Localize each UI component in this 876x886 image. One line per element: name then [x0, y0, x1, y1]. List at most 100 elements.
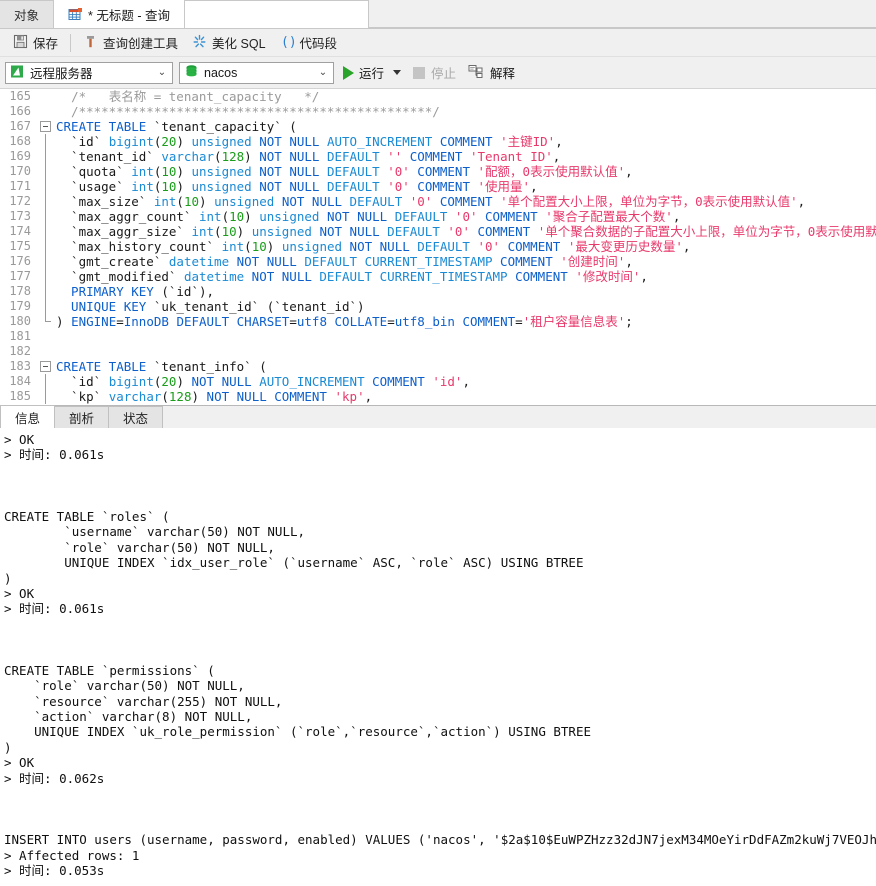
code-token: , [530, 179, 538, 194]
fold-column [37, 104, 55, 119]
code-token: ( [214, 224, 222, 239]
code-token: COLLATE [334, 314, 388, 329]
line-number: 168 [0, 134, 37, 149]
database-selector[interactable]: nacos ⌄ [179, 61, 334, 84]
code-snippet-button[interactable]: () 代码段 [273, 32, 345, 54]
message-output-panel[interactable]: > OK > 时间: 0.061s CREATE TABLE `roles` ( … [0, 428, 876, 876]
code-token: DEFAULT [326, 179, 388, 194]
tab-query[interactable]: * 无标题 - 查询 [53, 0, 185, 28]
execution-toolbar: 远程服务器 ⌄ nacos ⌄ 运行 停止 解释 [0, 57, 876, 89]
connection-selector[interactable]: 远程服务器 ⌄ [5, 61, 173, 84]
code-token: COMMENT [417, 179, 478, 194]
code-token: ( [221, 209, 230, 224]
fold-column [37, 254, 55, 269]
editor-line: 174 `max_aggr_size` int(10) unsigned NOT… [0, 224, 876, 239]
code-token: '使用量' [477, 179, 531, 194]
beautify-sql-icon [192, 34, 207, 52]
result-tab-bar: 信息 剖析 状态 [0, 405, 876, 428]
output-line: CREATE TABLE `permissions` ( [4, 662, 215, 678]
code-token: unsigned [191, 179, 260, 194]
line-number: 181 [0, 329, 37, 344]
fold-column [37, 329, 55, 344]
output-line: ) [4, 739, 12, 755]
code-token: NOT NULL [206, 389, 275, 404]
query-builder-icon [83, 34, 98, 52]
editor-line: 180) ENGINE=InnoDB DEFAULT CHARSET=utf8 … [0, 314, 876, 329]
editor-line-code [55, 329, 876, 344]
code-token: COMMENT [462, 314, 516, 329]
code-token: int [221, 239, 245, 254]
result-tab-profile[interactable]: 剖析 [54, 406, 110, 428]
run-button[interactable]: 运行 [340, 63, 404, 82]
toolbar-divider [70, 33, 72, 52]
code-token: bigint [108, 374, 154, 389]
code-token: datetime [183, 269, 252, 284]
result-tab-info[interactable]: 信息 [0, 405, 56, 428]
save-button-label: 保存 [33, 37, 59, 51]
code-token: 表名称 = tenant_capacity */ [86, 89, 320, 104]
stop-square-icon [413, 66, 426, 79]
caret-down-icon[interactable] [393, 70, 402, 75]
code-token: = [116, 314, 124, 329]
fold-guide-line [45, 224, 46, 239]
result-tab-status[interactable]: 状态 [108, 406, 164, 428]
editor-line-code: `gmt_modified` datetime NOT NULL DEFAULT… [55, 269, 876, 284]
code-token: '配额，0表示使用默认值' [477, 164, 626, 179]
code-token: utf8_bin [394, 314, 463, 329]
line-number: 175 [0, 239, 37, 254]
fold-collapse-icon[interactable] [40, 121, 51, 132]
code-token: NOT NULL [259, 179, 327, 194]
tab-objects[interactable]: 对象 [0, 0, 55, 28]
explain-button[interactable]: 解释 [465, 63, 518, 82]
fold-column [37, 269, 55, 284]
save-button[interactable]: 保存 [6, 32, 65, 54]
code-token: , [672, 209, 681, 224]
output-line: UNIQUE INDEX `idx_user_role` (`username`… [4, 555, 584, 571]
output-line: `resource` varchar(255) NOT NULL, [4, 693, 283, 709]
line-number: 173 [0, 209, 37, 224]
code-token: ( [281, 119, 297, 134]
fold-column[interactable] [37, 119, 55, 134]
fold-column[interactable] [37, 359, 55, 374]
table-grid-icon [68, 7, 83, 22]
editor-line-code: `id` bigint(20) unsigned NOT NULL AUTO_I… [55, 134, 876, 149]
beautify-sql-button[interactable]: 美化 SQL [185, 32, 273, 54]
fold-guide-line [45, 149, 46, 164]
output-line: > OK [4, 585, 35, 601]
fold-guide-line [45, 239, 46, 254]
query-builder-label: 查询创建工具 [103, 37, 179, 51]
fold-guide-end [45, 314, 51, 322]
editor-line: 172 `max_size` int(10) unsigned NOT NULL… [0, 194, 876, 209]
fold-collapse-icon[interactable] [40, 361, 51, 372]
sql-editor[interactable]: 165 /* 表名称 = tenant_capacity */166 /****… [0, 89, 876, 405]
code-token: int [191, 224, 215, 239]
connection-icon [10, 64, 25, 82]
line-number: 179 [0, 299, 37, 314]
code-token: '' [387, 149, 403, 164]
editor-line-code: `max_size` int(10) unsigned NOT NULL DEF… [55, 194, 876, 209]
query-builder-button[interactable]: 查询创建工具 [76, 32, 185, 54]
code-token: COMMENT [507, 239, 568, 254]
fold-guide-line [45, 194, 46, 209]
code-token: int [199, 209, 222, 224]
code-token: unsigned [191, 164, 260, 179]
chevron-down-icon: ⌄ [157, 66, 167, 78]
fold-column [37, 239, 55, 254]
code-token: CURRENT_TIMESTAMP [379, 269, 516, 284]
code-token: 10 [161, 179, 177, 194]
code-token: , [555, 134, 563, 149]
fold-guide-line [45, 254, 46, 269]
code-token: `quota` [56, 164, 132, 179]
code-token: ) [244, 209, 260, 224]
code-token: NOT NULL [319, 224, 388, 239]
editor-line: 171 `usage` int(10) unsigned NOT NULL DE… [0, 179, 876, 194]
code-token: ) [176, 164, 192, 179]
code-token: CREATE TABLE [56, 359, 154, 374]
code-token: , [640, 269, 648, 284]
fold-guide-line [45, 269, 46, 284]
